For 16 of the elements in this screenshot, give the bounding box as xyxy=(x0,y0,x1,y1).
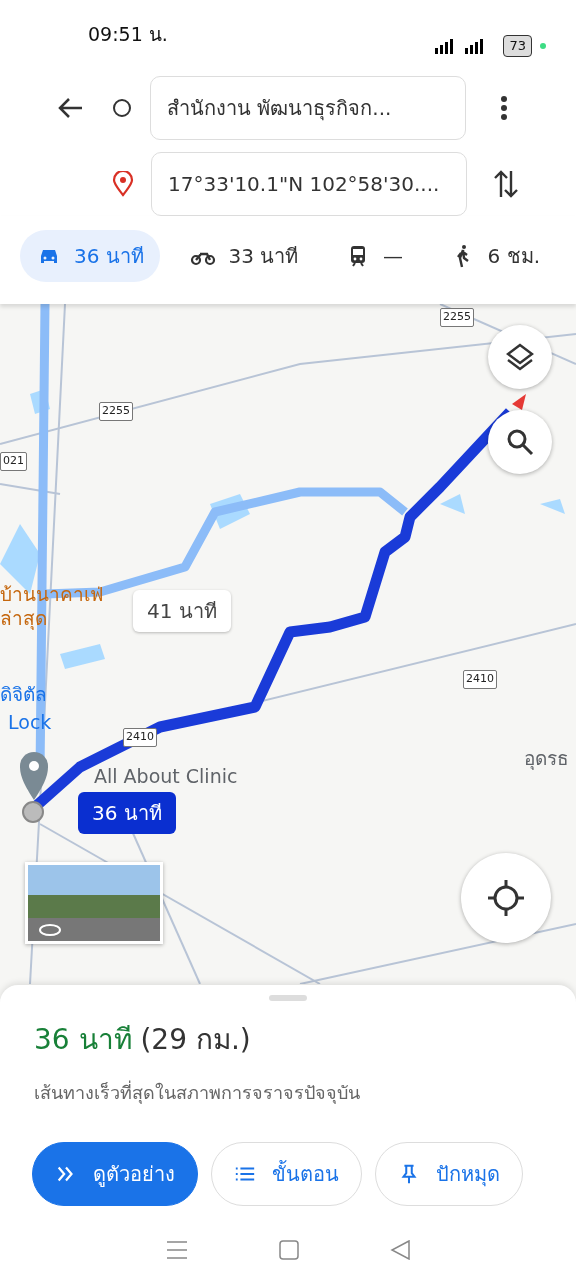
route-description: เส้นทางเร็วที่สุดในสภาพการจราจรปัจจุบัน xyxy=(34,1079,361,1106)
road-number-label: 2255 xyxy=(440,308,474,327)
route-duration: 36 นาที xyxy=(34,1023,132,1056)
road-number-label: 2410 xyxy=(123,728,157,747)
road-number-label: 2410 xyxy=(463,670,497,689)
place-label: ล่าสุด xyxy=(0,606,47,632)
road-number-label: 021 xyxy=(0,452,27,471)
status-time: 09:51 น. xyxy=(88,22,168,47)
route-distance: (29 กม.) xyxy=(140,1023,251,1056)
area-label: อุดรธ xyxy=(524,746,569,772)
business-label: Lock xyxy=(8,710,52,735)
business-label: ดิจิตัล xyxy=(0,682,47,707)
area-label: All About Clinic xyxy=(94,764,238,789)
road-number-label: 2255 xyxy=(99,402,133,421)
battery-level: 73 xyxy=(503,35,532,57)
place-label: บ้านนาคาเฟ่ xyxy=(0,582,103,607)
